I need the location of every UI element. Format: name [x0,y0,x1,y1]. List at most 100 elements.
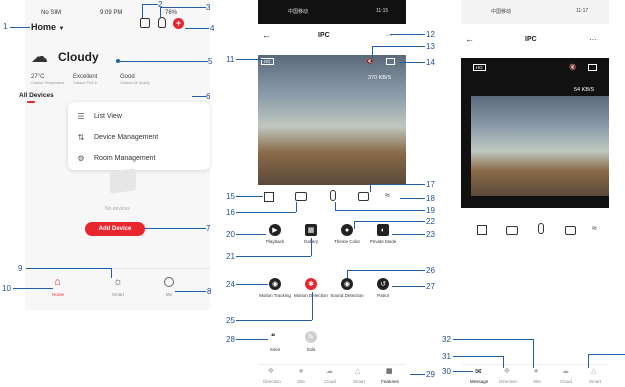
weather-condition: Cloudy [58,50,99,64]
hd-toggle[interactable]: HD [473,64,486,71]
patrol-icon[interactable]: ↺ [377,278,389,290]
callout-8: 8 [207,287,212,296]
star-icon[interactable]: ★ [298,367,304,375]
camera-icon[interactable] [506,226,518,235]
tab-features-label[interactable]: Features [377,379,403,384]
chevron-down-icon: ▼ [58,26,65,32]
status-carrier: 中国移动 [288,9,309,15]
record-icon[interactable] [358,192,369,201]
fullscreen-icon[interactable] [386,58,395,65]
device-icon[interactable] [158,17,166,28]
menu-device-management[interactable]: ⇅ Device Management [68,127,188,147]
feature-label: Edit [307,347,315,352]
cloud-icon[interactable]: ☁ [326,367,333,375]
gallery-icon[interactable]: ▦ [305,224,317,236]
mic-icon[interactable] [538,223,544,234]
feature-label: Patrol [377,293,389,298]
siren-icon[interactable]: ❝ [271,332,275,341]
tab-all-devices[interactable]: All Devices [19,92,54,99]
tab-indicator [27,101,35,103]
home-icon[interactable]: ⌂ [54,276,61,288]
home-title: Home [31,22,57,32]
mic-icon[interactable] [330,190,336,201]
tab-cloud-label[interactable]: Cloud [553,379,579,384]
status-time: 11:15 [376,8,389,14]
tab-message-label[interactable]: Message [466,379,492,384]
sound-detection-icon[interactable]: ◉ [341,278,353,290]
feature-label: Sound Detection [330,293,364,298]
status-time: 11:17 [576,8,589,14]
playback-icon[interactable]: ▶ [269,224,281,236]
tab-me-label[interactable]: Me [156,292,182,297]
sun-icon[interactable]: ☼ [113,276,123,288]
feature-label: Theme Color [333,239,360,244]
cloud-icon[interactable]: ☁ [562,367,569,375]
screenshot-icon[interactable] [264,192,274,202]
tab-site-label[interactable]: Site [288,379,314,384]
status-time: 9:09 PM [100,10,123,16]
features-grid-icon[interactable]: ▦ [386,367,393,375]
callout-27: 27 [426,282,435,291]
scan-icon[interactable] [140,18,150,28]
tab-direction-label[interactable]: Direction [259,379,285,384]
fullscreen-icon[interactable] [588,64,597,71]
expand-icon[interactable]: ≈ [592,223,597,233]
callout-29: 29 [426,370,435,379]
more-menu: ☰ List View ⇅ Device Management ⚙ Room M… [68,102,210,170]
location-pin-icon[interactable]: ◉ [269,278,281,290]
callout-7: 7 [206,224,211,233]
callout-18: 18 [426,194,435,203]
camera-live-view[interactable] [471,96,609,196]
palette-icon[interactable]: ● [341,224,353,236]
private-mode-icon[interactable]: ◐ [377,224,389,236]
tab-cloud-label[interactable]: Cloud [317,379,343,384]
add-icon[interactable]: + [173,18,184,29]
menu-room-management[interactable]: ⚙ Room Management [68,148,188,168]
menu-list-view[interactable]: ☰ List View [68,106,188,126]
callout-1: 1 [3,22,8,31]
bitrate-readout: 370 KB/S [368,75,392,81]
direction-icon[interactable]: ✥ [268,367,274,375]
screenshot-icon[interactable] [477,225,487,235]
expand-icon[interactable]: ≈ [385,190,390,200]
star-icon[interactable]: ★ [533,367,539,375]
motion-detection-icon[interactable]: ✱ [305,278,317,290]
home-screen: No SIM 9:09 PM 76% Home ▼ + ☁ Cloudy 27°… [19,0,210,310]
back-arrow-icon[interactable]: ← [465,34,474,44]
weather-aq2-label: Outdoor Air Quality [120,81,150,85]
mute-icon[interactable]: 🔇 [569,64,576,71]
record-icon[interactable] [565,226,576,235]
callout-22: 22 [426,217,435,226]
tab-site-label[interactable]: Site [524,379,550,384]
message-icon[interactable]: ✉ [475,367,482,376]
me-icon[interactable] [164,277,174,287]
weather-temp-label: Outdoor Temperature [31,81,65,85]
callout-19: 19 [426,206,435,215]
home-selector[interactable]: Home ▼ [31,22,64,32]
tab-smart-label[interactable]: Smart [346,379,372,384]
callout-14: 14 [426,58,435,67]
callout-3: 3 [206,3,211,12]
direction-icon[interactable]: ✥ [504,367,510,375]
callout-5: 5 [208,57,213,66]
add-device-button[interactable]: Add Device [85,222,145,236]
edit-pencil-icon[interactable]: ✎ [305,331,317,343]
tab-smart-label[interactable]: Smart [582,379,608,384]
camera-icon[interactable] [295,192,307,201]
feature-label: Motion Tracking [259,293,291,298]
callout-10: 10 [2,284,11,293]
back-arrow-icon[interactable]: ← [262,30,271,40]
smart-icon[interactable]: △ [591,367,596,375]
tab-direction-label[interactable]: Direction [495,379,521,384]
smart-icon[interactable]: △ [355,367,360,375]
callout-32: 32 [442,335,451,344]
menu-label: Device Management [94,133,159,141]
callout-28: 28 [226,335,235,344]
more-icon[interactable]: ··· [589,35,597,44]
mute-icon[interactable]: 🔇 [366,58,373,65]
tab-home-label[interactable]: Home [45,292,71,297]
callout-16: 16 [226,208,235,217]
tab-smart-label[interactable]: Smart [105,292,131,297]
weather-temp: 27°C [31,74,45,80]
callout-6: 6 [206,92,211,101]
